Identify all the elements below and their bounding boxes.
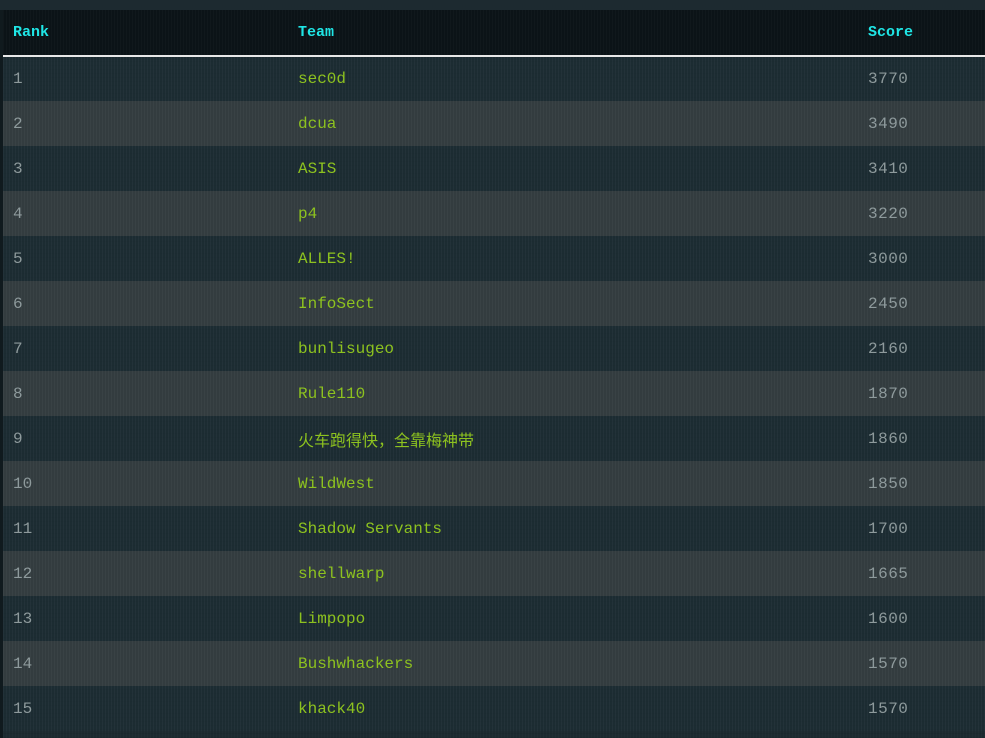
table-row: 14 Bushwhackers 1570	[3, 641, 985, 686]
rank-cell: 8	[13, 384, 23, 403]
table-row: 11 Shadow Servants 1700	[3, 506, 985, 551]
score-cell: 1860	[868, 429, 909, 448]
score-cell: 1700	[868, 519, 909, 538]
rank-cell: 10	[13, 474, 33, 493]
header-row: Rank Team Score	[3, 10, 985, 57]
score-cell: 1870	[868, 384, 909, 403]
team-name-link[interactable]: ALLES!	[288, 236, 858, 281]
score-cell: 3000	[868, 249, 909, 268]
team-name-link[interactable]: Rule110	[288, 371, 858, 416]
table-row: 3 ASIS 3410	[3, 146, 985, 191]
score-column-header[interactable]: Score	[858, 10, 985, 57]
team-name-link[interactable]: Bushwhackers	[288, 641, 858, 686]
rank-cell: 5	[13, 249, 23, 268]
score-cell: 1665	[868, 564, 909, 583]
rank-cell: 1	[13, 70, 23, 88]
table-row: 6 InfoSect 2450	[3, 281, 985, 326]
score-cell: 1570	[868, 699, 909, 718]
team-name-link[interactable]: p4	[288, 191, 858, 236]
team-name-link[interactable]: dcua	[288, 101, 858, 146]
team-column-header[interactable]: Team	[288, 10, 858, 57]
team-name-link[interactable]: shellwarp	[288, 551, 858, 596]
score-cell: 2160	[868, 339, 909, 358]
table-row: 1 sec0d 3770	[3, 56, 985, 101]
table-row: 9 火车跑得快，全靠梅神带 1860	[3, 416, 985, 461]
score-cell: 2450	[868, 294, 909, 313]
scoreboard-header: Rank Team Score	[3, 10, 985, 57]
table-row: 4 p4 3220	[3, 191, 985, 236]
score-cell: 3410	[868, 159, 909, 178]
table-row: 10 WildWest 1850	[3, 461, 985, 506]
table-row: 13 Limpopo 1600	[3, 596, 985, 641]
scoreboard-body: 1 sec0d 3770 2 dcua 3490 3 ASIS 3410 4 p…	[3, 56, 985, 731]
table-row: 12 shellwarp 1665	[3, 551, 985, 596]
score-cell: 1570	[868, 654, 909, 673]
table-row: 7 bunlisugeo 2160	[3, 326, 985, 371]
rank-cell: 13	[13, 609, 33, 628]
rank-cell: 3	[13, 159, 23, 178]
score-cell: 3220	[868, 204, 909, 223]
table-row: 2 dcua 3490	[3, 101, 985, 146]
team-name-link[interactable]: khack40	[288, 686, 858, 731]
rank-cell: 12	[13, 564, 33, 583]
team-name-link[interactable]: sec0d	[288, 56, 858, 101]
rank-cell: 7	[13, 339, 23, 358]
score-cell: 1850	[868, 474, 909, 493]
scoreboard-table: Rank Team Score 1 sec0d 3770 2 dcua 3490…	[3, 10, 985, 731]
table-row: 5 ALLES! 3000	[3, 236, 985, 281]
team-name-link[interactable]: ASIS	[288, 146, 858, 191]
rank-cell: 4	[13, 204, 23, 223]
rank-cell: 11	[13, 519, 33, 538]
rank-cell: 14	[13, 654, 33, 673]
rank-cell: 9	[13, 429, 23, 448]
score-cell: 3490	[868, 114, 909, 133]
score-cell: 1600	[868, 609, 909, 628]
team-name-link[interactable]: 火车跑得快，全靠梅神带	[288, 416, 858, 461]
top-strip	[0, 0, 985, 10]
team-name-link[interactable]: Limpopo	[288, 596, 858, 641]
rank-column-header[interactable]: Rank	[3, 10, 288, 57]
score-cell: 3770	[868, 70, 909, 88]
table-row: 8 Rule110 1870	[3, 371, 985, 416]
table-row: 15 khack40 1570	[3, 686, 985, 731]
rank-cell: 15	[13, 699, 33, 718]
team-name-link[interactable]: InfoSect	[288, 281, 858, 326]
rank-cell: 6	[13, 294, 23, 313]
team-name-link[interactable]: bunlisugeo	[288, 326, 858, 371]
rank-cell: 2	[13, 114, 23, 133]
team-name-link[interactable]: Shadow Servants	[288, 506, 858, 551]
team-name-link[interactable]: WildWest	[288, 461, 858, 506]
